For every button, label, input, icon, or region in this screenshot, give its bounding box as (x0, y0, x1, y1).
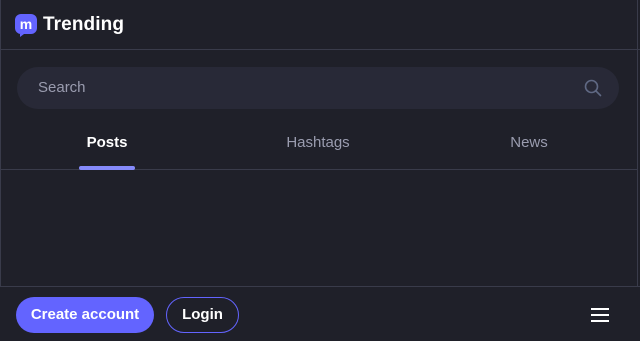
mastodon-logo-icon[interactable]: m (14, 13, 38, 37)
active-tab-indicator (79, 166, 135, 170)
search-input[interactable]: Search (17, 67, 619, 109)
tab-hashtags[interactable]: Hashtags (238, 120, 398, 169)
login-button[interactable]: Login (166, 297, 239, 333)
search-icon[interactable] (584, 79, 602, 97)
create-account-button[interactable]: Create account (16, 297, 154, 333)
tab-posts-label: Posts (86, 134, 128, 151)
tab-hashtags-label: Hashtags (286, 134, 350, 151)
page-title: Trending (43, 14, 125, 35)
explore-tabs: Posts Hashtags News (0, 120, 638, 170)
tab-news-label: News (510, 134, 548, 151)
tab-news[interactable]: News (449, 120, 609, 169)
footer-bar: Create account Login (0, 286, 640, 341)
logo-letter: m (20, 16, 32, 32)
hamburger-menu-icon[interactable] (585, 304, 615, 326)
page-header: m Trending (0, 0, 640, 50)
tab-posts[interactable]: Posts (27, 120, 187, 169)
search-placeholder: Search (38, 79, 86, 96)
